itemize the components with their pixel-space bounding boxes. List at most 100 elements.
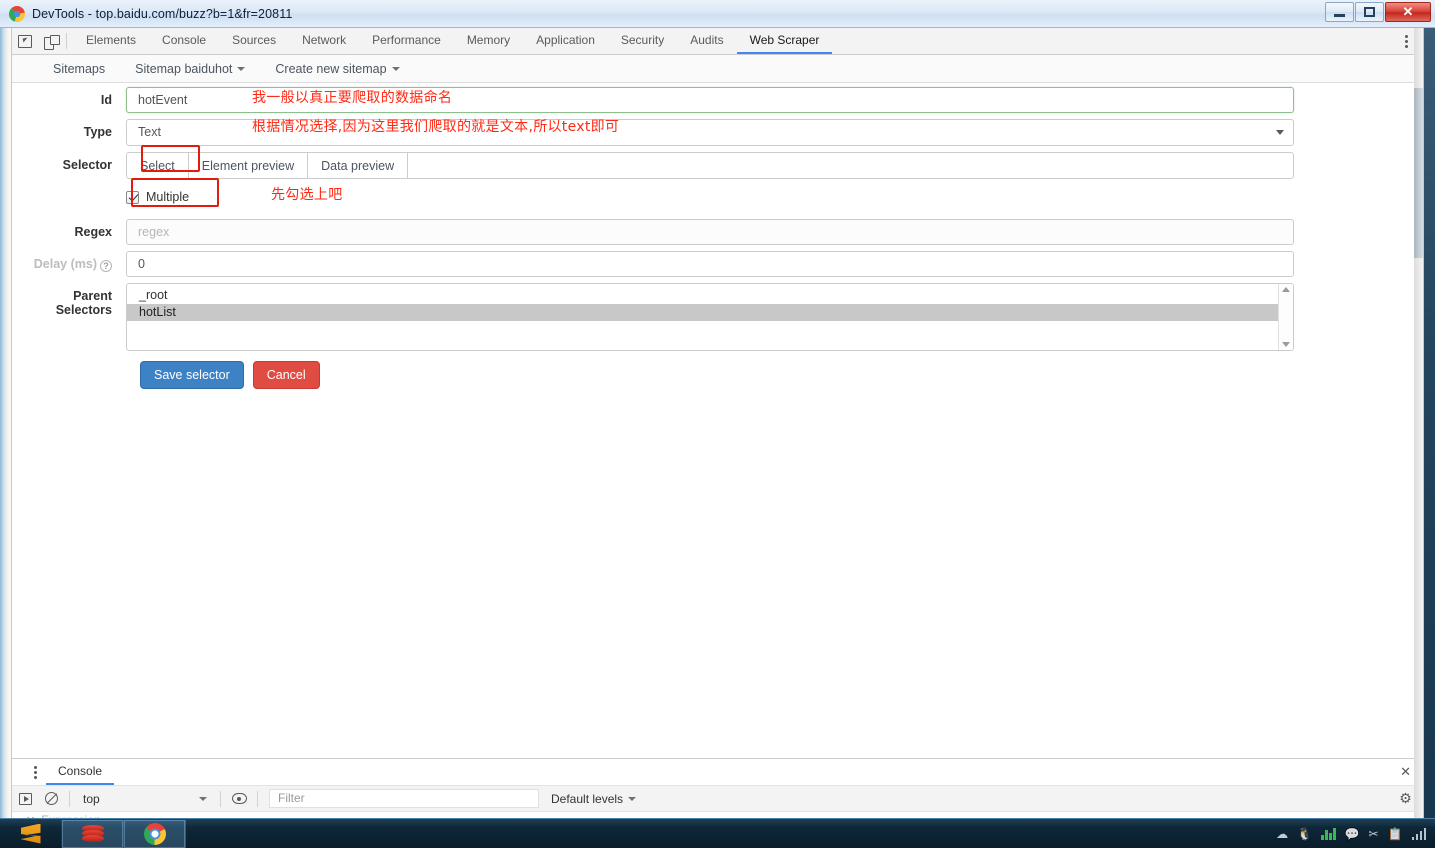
system-tray: ☁ 🐧 💬 ✂ 📋: [1276, 827, 1435, 841]
chevron-down-icon: [1276, 130, 1284, 135]
console-filter-input[interactable]: Filter: [269, 789, 539, 808]
signal-bars-icon[interactable]: [1411, 827, 1426, 840]
drawer-tabbar: Console ✕: [12, 759, 1423, 786]
minimize-button[interactable]: [1325, 2, 1354, 22]
tab-network[interactable]: Network: [289, 28, 359, 54]
multiple-checkbox[interactable]: [126, 190, 139, 204]
chevron-down-icon: [237, 66, 246, 71]
cloud-icon[interactable]: ☁: [1276, 827, 1288, 841]
close-button[interactable]: ✕: [1385, 2, 1431, 22]
tab-application[interactable]: Application: [523, 28, 608, 54]
delay-input[interactable]: [126, 251, 1294, 277]
data-preview-button[interactable]: Data preview: [308, 153, 409, 178]
live-expression-button[interactable]: [226, 787, 252, 811]
tab-console[interactable]: Console: [149, 28, 219, 54]
annotation-id: 我一般以真正要爬取的数据命名: [252, 90, 453, 106]
taskbar-item-chrome[interactable]: [124, 819, 186, 848]
select-button[interactable]: Select: [127, 153, 189, 178]
toolbar-divider: [66, 33, 67, 49]
multiple-spacer: [12, 187, 126, 193]
nav-sitemaps-label: Sitemaps: [53, 61, 106, 76]
chevron-down-icon: [199, 796, 207, 801]
chevron-down-icon[interactable]: [1282, 342, 1290, 347]
maximize-button[interactable]: [1355, 2, 1384, 22]
sitemap-navbar: Sitemaps Sitemap baiduhot Create new sit…: [12, 55, 1423, 83]
redis-icon: [81, 824, 104, 843]
devtools-tabs: Elements Console Sources Network Perform…: [73, 28, 833, 54]
inspect-element-button[interactable]: [12, 29, 38, 53]
window-title: DevTools - top.baidu.com/buzz?b=1&fr=208…: [32, 6, 293, 21]
maximize-icon: [1364, 7, 1375, 17]
more-options-icon[interactable]: [1399, 32, 1413, 50]
parent-selectors-label: Parent Selectors: [12, 283, 126, 317]
devtools-toolbar: Elements Console Sources Network Perform…: [12, 28, 1423, 55]
tab-web-scraper[interactable]: Web Scraper: [736, 28, 833, 54]
tab-sources[interactable]: Sources: [219, 28, 289, 54]
live-expression-icon: [231, 793, 247, 804]
tab-performance[interactable]: Performance: [359, 28, 454, 54]
chevron-up-icon[interactable]: [1282, 287, 1290, 292]
tab-memory[interactable]: Memory: [454, 28, 523, 54]
tab-security[interactable]: Security: [608, 28, 677, 54]
inspect-element-icon: [18, 34, 32, 48]
regex-control: [126, 219, 1294, 245]
window-left-edge: [0, 28, 11, 818]
cancel-button[interactable]: Cancel: [252, 361, 320, 389]
screenshot-icon[interactable]: ✂: [1368, 827, 1378, 841]
qq-penguin-icon[interactable]: 🐧: [1297, 827, 1312, 841]
drawer-tab-console[interactable]: Console: [46, 759, 115, 785]
selector-form: Id Type Text Selector: [12, 83, 1423, 787]
more-tools-icon[interactable]: [24, 761, 46, 783]
panel-vertical-scrollbar[interactable]: [1414, 28, 1423, 818]
taskbar-item-sublime[interactable]: [0, 819, 62, 848]
execution-context-icon: [18, 792, 32, 805]
parent-selectors-listbox[interactable]: _root hotList: [126, 283, 1294, 351]
nav-create-new-sitemap-label: Create new sitemap: [275, 61, 387, 76]
regex-label: Regex: [74, 225, 112, 239]
scrollbar-thumb[interactable]: [1414, 88, 1423, 258]
multiple-label: Multiple: [146, 190, 190, 204]
list-item[interactable]: _root: [127, 287, 1293, 304]
console-context-select[interactable]: top: [75, 792, 215, 806]
console-toolbar: top Filter Default levels ⚙: [12, 786, 1423, 812]
chevron-down-icon: [391, 66, 400, 71]
toolbar-divider: [220, 790, 221, 807]
form-row-multiple: Multiple: [12, 187, 1423, 207]
device-toolbar-button[interactable]: [38, 29, 64, 53]
regex-input[interactable]: [126, 219, 1294, 245]
type-label: Type: [83, 125, 112, 139]
listbox-scrollbar[interactable]: [1278, 284, 1293, 350]
nav-sitemaps[interactable]: Sitemaps: [38, 62, 120, 76]
minimize-icon: [1334, 13, 1345, 17]
tab-audits[interactable]: Audits: [677, 28, 736, 54]
list-item[interactable]: hotList: [127, 304, 1293, 321]
window-controls: ✕: [1324, 2, 1431, 22]
save-selector-button[interactable]: Save selector: [140, 361, 244, 389]
delay-control: [126, 251, 1294, 277]
parent-selectors-label-line1: Parent: [73, 289, 112, 303]
taskbar-item-redis[interactable]: [62, 819, 124, 848]
clear-console-button[interactable]: [38, 787, 64, 811]
toolbar-divider: [257, 790, 258, 807]
close-icon[interactable]: ✕: [1400, 765, 1411, 778]
audio-meter-icon[interactable]: [1321, 827, 1336, 840]
sublime-text-icon: [20, 823, 41, 844]
tab-elements[interactable]: Elements: [73, 28, 149, 54]
log-levels-select[interactable]: Default levels: [551, 792, 637, 806]
form-buttons: Save selector Cancel: [140, 361, 1423, 389]
selector-control: Select Element preview Data preview: [126, 152, 1294, 179]
chevron-down-icon: [628, 796, 637, 801]
execution-context-button[interactable]: [12, 787, 38, 811]
wechat-icon[interactable]: 💬: [1345, 827, 1360, 841]
form-row-type: Type Text: [12, 119, 1423, 146]
annotation-type: 根据情况选择,因为这里我们爬取的就是文本,所以text即可: [252, 119, 620, 135]
help-icon[interactable]: ?: [100, 260, 112, 272]
nav-create-new-sitemap[interactable]: Create new sitemap: [260, 62, 414, 76]
form-row-delay: Delay (ms)?: [12, 251, 1423, 277]
element-preview-button[interactable]: Element preview: [188, 153, 309, 178]
selector-label: Selector: [62, 158, 112, 172]
gear-icon[interactable]: ⚙: [1398, 791, 1413, 806]
clipboard-icon[interactable]: 📋: [1388, 827, 1403, 841]
selector-input[interactable]: [408, 153, 1293, 178]
nav-sitemap-baiduhot[interactable]: Sitemap baiduhot: [120, 62, 260, 76]
